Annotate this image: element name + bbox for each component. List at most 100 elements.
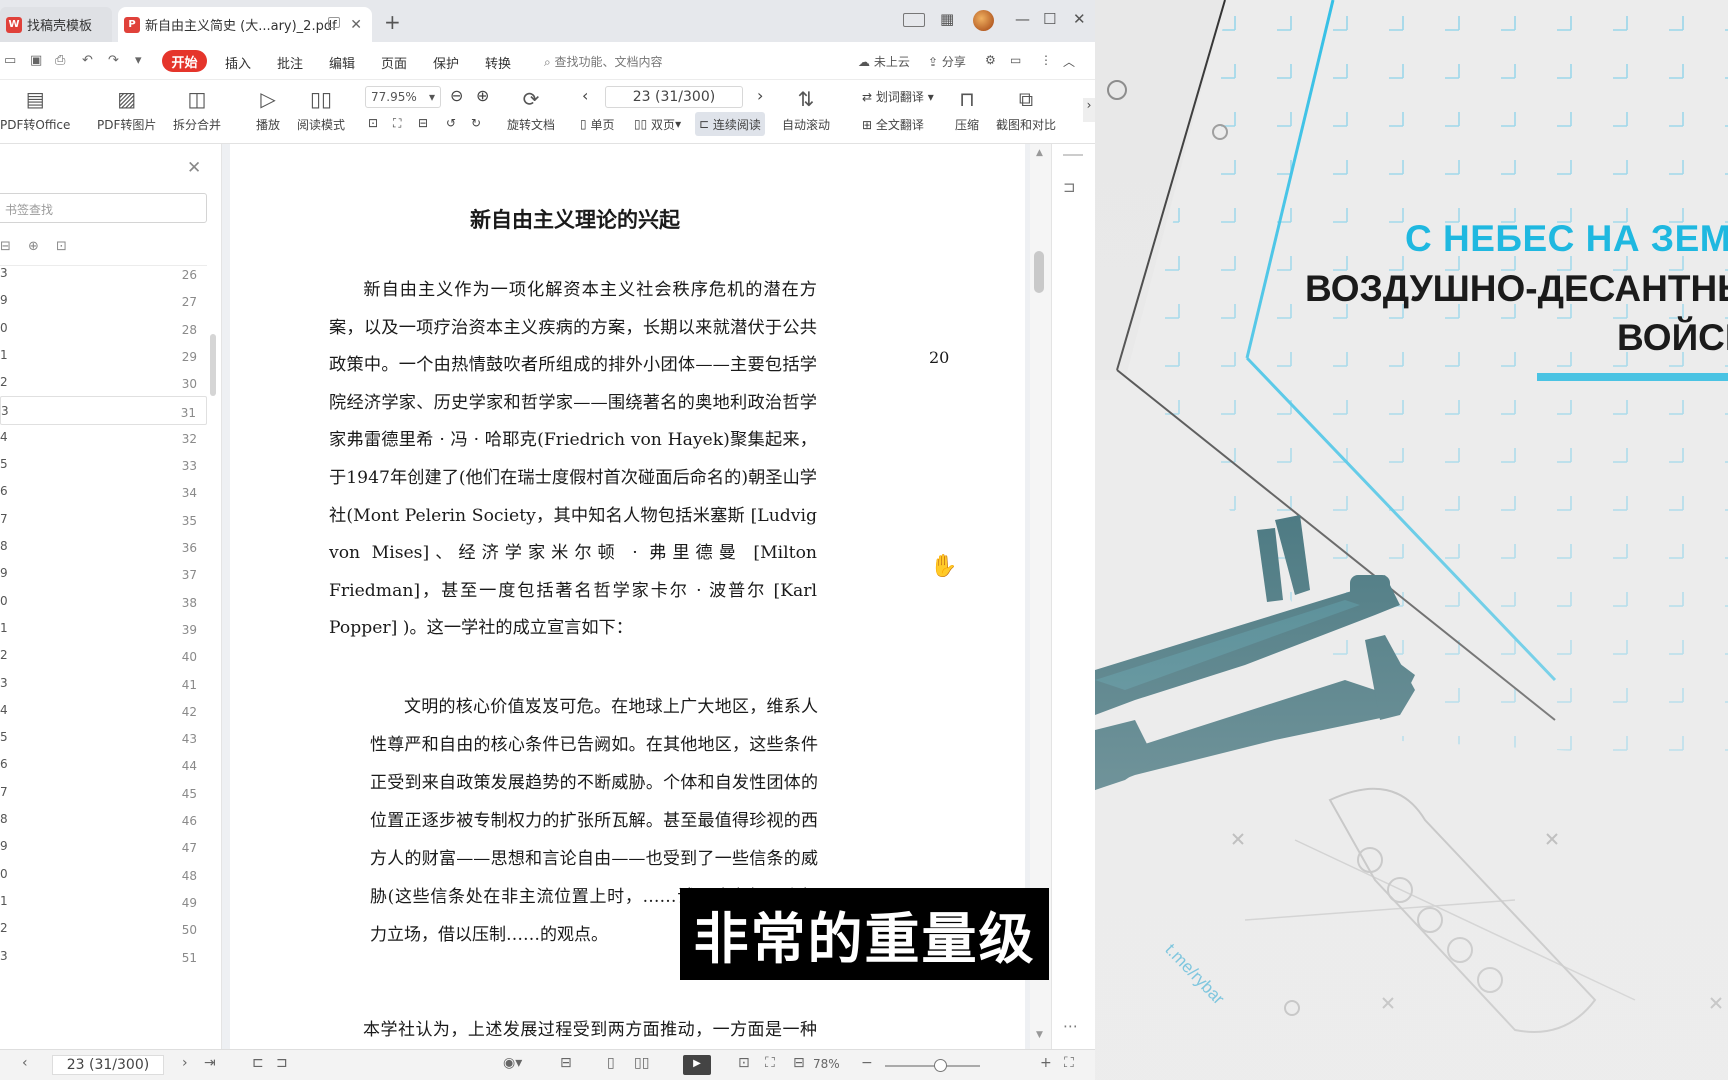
zoom-out-icon[interactable]: ⊖ xyxy=(450,86,463,105)
layout-icon[interactable] xyxy=(903,13,925,27)
bookmark-item[interactable]: 8 36 xyxy=(0,532,207,561)
fit-page-icon[interactable]: ⛶ xyxy=(393,116,401,131)
bookmark-item[interactable]: 6 44 xyxy=(0,750,207,779)
comment-icon[interactable]: ▭ xyxy=(1010,53,1021,67)
close-icon[interactable]: ✕ xyxy=(187,158,201,178)
bookmark-item[interactable]: 4 42 xyxy=(0,696,207,725)
bookmark-item[interactable]: 3 41 xyxy=(0,669,207,698)
zoom-level[interactable]: 78% xyxy=(813,1057,840,1071)
full-translate-button[interactable]: ⊞ 全文翻译 xyxy=(862,116,924,133)
tab-insert[interactable]: 插入 xyxy=(225,53,251,72)
zoom-out-icon[interactable]: − xyxy=(861,1055,873,1071)
bookmark-item[interactable]: 0 28 xyxy=(0,314,207,343)
tab-convert[interactable]: 转换 xyxy=(485,53,511,72)
pdf-to-image-button[interactable]: ▨ PDF转图片 xyxy=(97,84,156,133)
compress-button[interactable]: ⊓ 压缩 xyxy=(955,84,979,133)
scroll-thumb[interactable] xyxy=(1034,251,1044,293)
auto-scroll-button[interactable]: ⇅ 自动滚动 xyxy=(782,84,830,133)
bookmark-item[interactable]: 2 50 xyxy=(0,914,207,943)
bookmark-item[interactable]: 2 30 xyxy=(0,368,207,397)
fit-width-icon[interactable]: ⊟ xyxy=(418,116,428,130)
tab-close-icon[interactable]: ✕ xyxy=(350,17,362,33)
bookmark-item[interactable]: 1 49 xyxy=(0,887,207,916)
screenshot-compare-button[interactable]: ⧉ 截图和对比 xyxy=(996,84,1056,133)
redo-icon[interactable]: ↷ xyxy=(108,53,119,68)
tab-page[interactable]: 页面 xyxy=(381,53,407,72)
close-window-icon[interactable]: ✕ xyxy=(1073,10,1086,28)
single-page-icon[interactable]: ▯ xyxy=(607,1055,615,1071)
panel-toggle-icon[interactable]: ⊐ xyxy=(1063,178,1076,196)
bookmark-item[interactable]: 0 38 xyxy=(0,587,207,616)
bookmark-item[interactable]: 9 27 xyxy=(0,286,207,315)
zoom-in-icon[interactable]: ⊕ xyxy=(476,86,489,105)
more-icon[interactable]: ⋯ xyxy=(1063,1017,1078,1035)
collapse-icon[interactable]: ︿ xyxy=(1063,53,1075,70)
bookmark-item[interactable]: 6 34 xyxy=(0,477,207,506)
avatar[interactable] xyxy=(973,10,994,31)
bookmark-item[interactable]: 2 40 xyxy=(0,641,207,670)
next-page-icon[interactable]: › xyxy=(757,86,763,105)
back-icon[interactable]: ⊏ xyxy=(252,1055,264,1071)
zoom-in-icon[interactable]: + xyxy=(1040,1055,1052,1071)
bookmark-item[interactable]: 3 31 xyxy=(0,395,207,425)
page-indicator[interactable]: 23 (31/300) xyxy=(52,1055,164,1075)
dropdown-icon[interactable]: ▾ xyxy=(135,53,142,68)
next-page-icon[interactable]: › xyxy=(182,1055,188,1071)
cloud-button[interactable]: ☁ 未上云 xyxy=(858,53,910,70)
open-icon[interactable]: ▭ xyxy=(4,53,16,68)
pdf-to-office-button[interactable]: ▤ PDF转Office xyxy=(0,84,70,133)
bookmark-item[interactable]: 7 35 xyxy=(0,505,207,534)
continuous-icon[interactable]: ⊟ xyxy=(560,1055,572,1071)
actual-size-icon[interactable]: ⊡ xyxy=(368,116,378,130)
print-icon[interactable]: ⎙ xyxy=(55,53,65,68)
bookmark-item[interactable]: 8 46 xyxy=(0,805,207,834)
tab-protect[interactable]: 保护 xyxy=(433,53,459,72)
undo-icon[interactable]: ↶ xyxy=(82,53,93,68)
tab-comment[interactable]: 批注 xyxy=(277,53,303,72)
forward-icon[interactable]: ⊐ xyxy=(276,1055,288,1071)
fullscreen-icon[interactable]: ⛶ xyxy=(1064,1055,1074,1071)
minimize-icon[interactable]: — xyxy=(1015,10,1030,28)
play-button[interactable]: ▷ 播放 xyxy=(256,84,280,133)
bookmark-search-input[interactable]: 书签查找 xyxy=(0,193,207,223)
feature-search[interactable]: ⌕ 查找功能、文档内容 xyxy=(544,53,663,70)
prev-page-icon[interactable]: ‹ xyxy=(22,1055,28,1071)
last-page-icon[interactable]: ⇥ xyxy=(204,1055,216,1071)
share-button[interactable]: ⇪ 分享 xyxy=(928,53,966,70)
bookmark-item[interactable]: 3 51 xyxy=(0,942,207,971)
bookmark-item[interactable]: 5 33 xyxy=(0,450,207,479)
page-input[interactable]: 23 (31/300) xyxy=(605,86,743,108)
maximize-icon[interactable]: ☐ xyxy=(1043,10,1056,28)
split-merge-button[interactable]: ◫ 拆分合并 xyxy=(173,84,221,133)
single-page-button[interactable]: ▯ 单页 xyxy=(576,112,618,136)
save-icon[interactable]: ▣ xyxy=(30,53,42,68)
tab-edit[interactable]: 编辑 xyxy=(329,53,355,72)
bookmark-item[interactable]: 9 47 xyxy=(0,832,207,861)
tab-pdf-document[interactable]: P 新自由主义简史 (大...ary)_2.pdf ✕ xyxy=(118,7,372,42)
zoom-slider-handle[interactable] xyxy=(934,1059,947,1072)
bookmark-item[interactable]: 1 29 xyxy=(0,341,207,370)
zoom-select[interactable]: 77.95% ▾ xyxy=(365,86,441,108)
rotate-left-icon[interactable]: ↺ xyxy=(446,116,456,130)
drag-handle-icon[interactable] xyxy=(1063,154,1083,156)
bookmark-item[interactable]: 5 43 xyxy=(0,723,207,752)
more-icon[interactable]: ⋮ xyxy=(1040,53,1052,67)
double-page-icon[interactable]: ▯▯ xyxy=(634,1055,649,1071)
scroll-up-icon[interactable]: ▲ xyxy=(1036,148,1043,158)
toolbar-expand-icon[interactable]: › xyxy=(1083,98,1095,122)
bookmark-item[interactable]: 7 45 xyxy=(0,778,207,807)
word-translate-button[interactable]: ⇄ 划词翻译 ▾ xyxy=(862,88,934,105)
fit-page-icon[interactable]: ⛶ xyxy=(765,1055,775,1071)
settings-icon[interactable]: ⚙ xyxy=(985,53,996,67)
monitor-icon[interactable] xyxy=(328,17,340,28)
rotate-doc-button[interactable]: ⟳ 旋转文档 xyxy=(507,84,555,133)
double-page-button[interactable]: ▯▯ 双页 ▾ xyxy=(630,112,685,136)
zoom-slider[interactable] xyxy=(885,1065,980,1067)
continuous-read-button[interactable]: ⊏ 连续阅读 xyxy=(695,112,765,136)
bookmark-item[interactable]: 3 26 xyxy=(0,259,207,288)
collapse-all-icon[interactable]: ⊟ xyxy=(0,239,11,254)
prev-page-icon[interactable]: ‹ xyxy=(582,86,588,105)
actual-size-icon[interactable]: ⊡ xyxy=(738,1055,750,1071)
read-mode-button[interactable]: ▯▯ 阅读模式 xyxy=(297,84,345,133)
scroll-down-icon[interactable]: ▼ xyxy=(1036,1030,1043,1040)
